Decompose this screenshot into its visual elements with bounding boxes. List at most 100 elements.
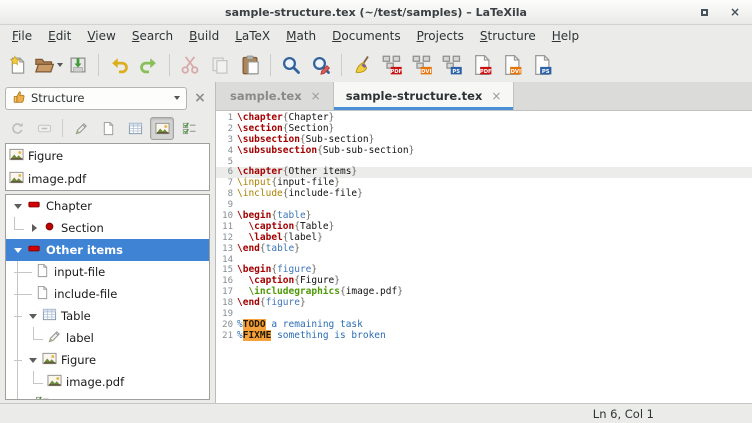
show-labels-icon[interactable] [69,117,93,140]
menu-documents[interactable]: Documents [324,27,408,45]
code-line[interactable]: 8\include{include-file} [216,189,752,200]
copy-icon[interactable] [205,50,235,80]
tree-item-label: Other items [46,243,123,257]
image-icon [9,147,24,165]
tree-guide-line [14,316,22,317]
page-icon [35,285,54,303]
tree-guide-line [14,360,22,361]
expander-down-icon[interactable] [14,248,22,253]
menu-edit[interactable]: Edit [40,27,79,45]
tree-item[interactable]: a remaining task [6,393,209,400]
compile-pdf-icon[interactable]: PDF [377,50,407,80]
line-number: 2 [216,124,237,135]
line-number: 12 [216,233,237,244]
chapter-marker-icon [27,241,46,259]
view-dvi-icon[interactable]: DVI [497,50,527,80]
menu-math[interactable]: Math [278,27,324,45]
collapse-all-icon[interactable] [32,117,56,140]
menu-view[interactable]: View [79,27,123,45]
undo-icon[interactable] [104,50,134,80]
compile-ps-icon[interactable]: PS [437,50,467,80]
menu-file[interactable]: File [4,27,40,45]
tree-item[interactable]: include-file [6,283,209,305]
search-and-replace-icon[interactable] [306,50,336,80]
code-editor[interactable]: 1\chapter{Chapter}2\section{Section}3\su… [216,111,752,403]
tree-item[interactable]: Table [6,305,209,327]
code-line[interactable]: 21%FIXME something is broken [216,331,752,342]
clean-build-files-icon[interactable] [347,50,377,80]
tree-item[interactable]: Other items [6,239,209,261]
tree-item[interactable]: Chapter [6,195,209,217]
tree-item[interactable]: input-file [6,261,209,283]
line-number: 13 [216,244,237,255]
tree-item[interactable]: image.pdf [6,371,209,393]
window-title: sample-structure.tex (~/test/samples) – … [225,6,527,19]
panel-close-icon[interactable]: × [187,90,213,106]
menu-latex[interactable]: LaTeX [227,27,278,45]
main-area: Structure × Figure image.pdf Chapter Secti… [0,82,752,403]
show-todos-fixmes-icon[interactable] [177,117,201,140]
menu-structure[interactable]: Structure [472,27,544,45]
svg-text:DVI: DVI [421,68,431,74]
figures-list-item[interactable]: Figure [6,144,209,167]
figures-list-item[interactable]: image.pdf [6,167,209,190]
code-line[interactable]: 13\end{table} [216,244,752,255]
compile-dvi-icon[interactable]: DVI [407,50,437,80]
open-document-icon[interactable] [33,50,63,80]
search-icon[interactable] [276,50,306,80]
tab-label: sample-structure.tex [346,89,483,103]
save-document-icon[interactable] [63,50,93,80]
todo-icon [35,395,54,400]
cut-icon[interactable] [175,50,205,80]
list-item-label: image.pdf [28,172,86,186]
line-content: \end{table} [237,244,300,255]
tab-sample-structure.tex[interactable]: sample-structure.tex × [333,82,515,110]
line-number: 4 [216,146,237,157]
code-line[interactable]: 18\end{figure} [216,298,752,309]
page-icon [35,263,54,281]
structure-filter-toolbar [0,114,215,142]
menu-help[interactable]: Help [544,27,587,45]
show-figures-icon[interactable] [150,117,174,140]
view-ps-icon[interactable]: PS [527,50,557,80]
image-icon [9,170,24,188]
structure-side-panel: Structure × Figure image.pdf Chapter Secti… [0,82,216,403]
tab-close-icon[interactable]: × [491,89,501,103]
menu-build[interactable]: Build [181,27,227,45]
paste-icon[interactable] [235,50,265,80]
new-document-icon[interactable] [3,50,33,80]
tree-item[interactable]: label [6,327,209,349]
tree-item-label: Figure [61,353,96,367]
svg-text:PDF: PDF [480,68,492,74]
redo-icon[interactable] [134,50,164,80]
panel-selector-combobox[interactable]: Structure [5,87,187,110]
expander-down-icon[interactable] [29,314,37,319]
tree-item[interactable]: Figure [6,349,209,371]
menu-search[interactable]: Search [124,27,181,45]
chevron-down-icon[interactable] [57,63,63,67]
expander-down-icon[interactable] [29,358,37,363]
refresh-icon[interactable] [5,117,29,140]
line-number: 3 [216,135,237,146]
show-included-files-icon[interactable] [96,117,120,140]
tree-guide-line [14,294,32,295]
expander-right-icon[interactable] [32,224,37,232]
tree-item-label: a remaining task [54,397,151,400]
list-item-label: Figure [28,149,63,163]
tab-sample.tex[interactable]: sample.tex× [218,82,333,110]
tree-item[interactable]: Section [6,217,209,239]
menu-projects[interactable]: Projects [409,27,472,45]
expander-down-icon[interactable] [14,204,22,209]
tab-close-icon[interactable]: × [311,89,321,103]
line-content: \include{include-file} [237,189,363,200]
toolbar-separator [341,54,342,76]
tree-item-label: Chapter [46,199,92,213]
code-line[interactable]: 4\subsubsection{Sub-sub-section} [216,146,752,157]
toolbar: PDFDVIPSPDFDVIPS [0,47,752,83]
show-tables-icon[interactable] [123,117,147,140]
line-number: 8 [216,189,237,200]
close-icon[interactable]: × [730,6,740,18]
maximize-icon[interactable] [701,9,708,16]
view-pdf-icon[interactable]: PDF [467,50,497,80]
line-number: 9 [216,200,237,211]
